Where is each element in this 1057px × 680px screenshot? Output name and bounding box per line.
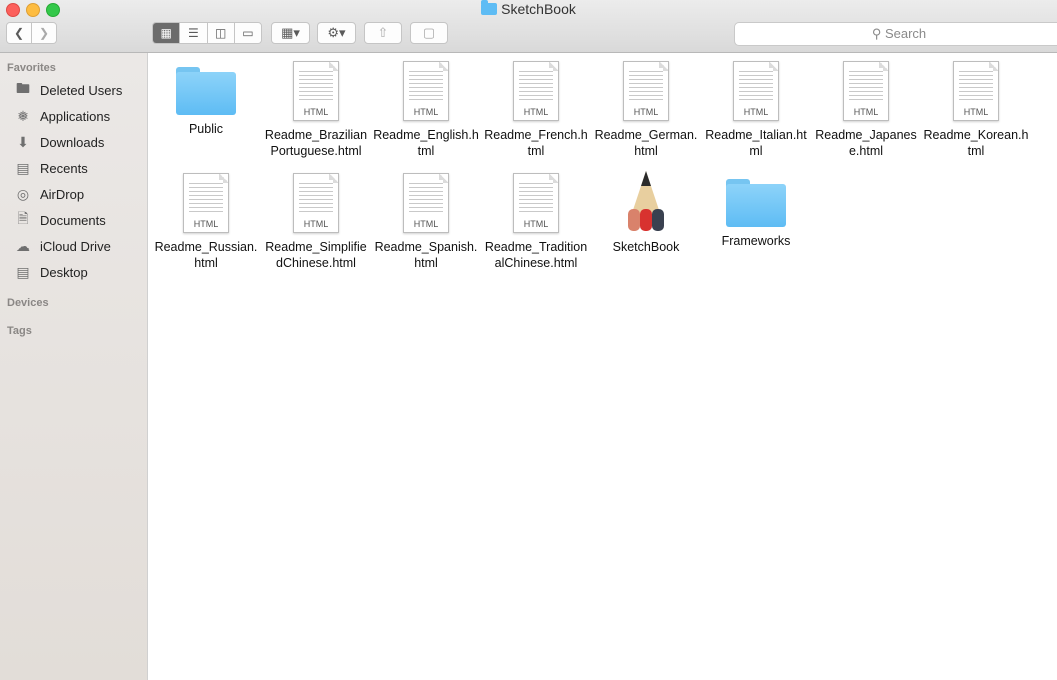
file-name: Readme_Italian.ht ml (705, 128, 807, 158)
action-button[interactable]: ⚙▾ (317, 22, 356, 44)
sidebar-item-documents[interactable]: 🗎 Documents (14, 209, 105, 231)
desktop-icon: ▤ (16, 263, 30, 280)
arrange-button[interactable]: ▦▾ (271, 22, 310, 44)
devices-header[interactable]: Devices (7, 297, 49, 309)
sidebar-item-desktop[interactable]: ▤ Desktop (14, 261, 87, 283)
sketchbook-app-icon (626, 169, 666, 233)
list-view-button[interactable]: ☰ (180, 23, 208, 43)
file-name: Frameworks (721, 234, 791, 248)
html-document-icon: HTML (403, 61, 449, 121)
file-name: Readme_Simplifie dChinese.html (265, 240, 367, 270)
html-document-icon: HTML (513, 61, 559, 121)
html-document-icon: HTML (513, 173, 559, 233)
file-item-readme-russian[interactable]: HTML Readme_Russian. html (151, 165, 261, 271)
file-name: Readme_French.h tml (484, 128, 588, 158)
chevron-right-icon: ❯ (38, 26, 50, 40)
folder-icon (481, 0, 498, 15)
file-name: Readme_Japanes e.html (815, 128, 917, 158)
search-field[interactable]: ⚲ Search (734, 22, 1057, 46)
html-document-icon: HTML (843, 61, 889, 121)
sidebar-item-deleted-users[interactable]: 🖿 Deleted Users (14, 79, 122, 101)
file-item-readme-simplified-chinese[interactable]: HTML Readme_Simplifie dChinese.html (261, 165, 371, 271)
html-document-icon: HTML (293, 173, 339, 233)
html-document-icon: HTML (733, 61, 779, 121)
file-name: Readme_German. html (594, 128, 698, 158)
file-item-sketchbook-app[interactable]: SketchBook (591, 165, 701, 255)
html-document-icon: HTML (953, 61, 999, 121)
file-name: Readme_English.h tml (373, 128, 479, 158)
html-document-icon: HTML (403, 173, 449, 233)
file-item-readme-french[interactable]: HTML Readme_French.h tml (481, 53, 591, 159)
favorites-header: Favorites (7, 62, 56, 74)
file-name: Readme_Russian. html (154, 240, 258, 270)
cloud-icon: ☁ (16, 237, 30, 254)
back-forward-control: ❮ ❯ (6, 22, 57, 44)
documents-icon: 🗎 (17, 210, 29, 226)
icon-view-button[interactable]: ▦ (153, 23, 181, 43)
chevron-left-icon: ❮ (13, 26, 25, 40)
file-item-readme-brazilian-portuguese[interactable]: HTML Readme_Brazilian Portuguese.html (261, 53, 371, 159)
folder-icon (726, 179, 786, 227)
grid-icon: ▦ (160, 26, 172, 40)
html-document-icon: HTML (623, 61, 669, 121)
file-browser: Public HTML Readme_Brazilian Portuguese.… (148, 53, 1057, 680)
airdrop-icon: ◎ (16, 185, 30, 202)
gallery-view-button[interactable]: ▭ (234, 23, 261, 43)
file-item-readme-spanish[interactable]: HTML Readme_Spanish. html (371, 165, 481, 271)
file-item-readme-korean[interactable]: HTML Readme_Korean.h tml (921, 53, 1031, 159)
list-icon: ☰ (187, 26, 199, 40)
sidebar: Favorites 🖿 Deleted Users ❅ Applications… (0, 53, 148, 680)
sidebar-item-icloud-drive[interactable]: ☁ iCloud Drive (14, 235, 111, 257)
view-mode-control: ▦ ☰ ◫ ▭ (152, 22, 262, 44)
tags-header[interactable]: Tags (7, 325, 32, 337)
downloads-icon: ⬇ (17, 133, 29, 150)
file-item-readme-traditional-chinese[interactable]: HTML Readme_Tradition alChinese.html (481, 165, 591, 271)
back-button[interactable]: ❮ (7, 23, 32, 43)
gear-icon: ⚙▾ (327, 25, 346, 40)
file-name: SketchBook (612, 240, 680, 254)
search-icon: ⚲ (871, 26, 882, 41)
sidebar-item-downloads[interactable]: ⬇ Downloads (14, 131, 104, 153)
share-icon: ⇧ (377, 25, 389, 40)
share-button[interactable]: ⇧ (364, 22, 402, 44)
file-item-public[interactable]: Public (151, 53, 261, 137)
sidebar-item-airdrop[interactable]: ◎ AirDrop (14, 183, 84, 205)
html-document-icon: HTML (293, 61, 339, 121)
sidebar-item-applications[interactable]: ❅ Applications (14, 105, 110, 127)
file-item-readme-italian[interactable]: HTML Readme_Italian.ht ml (701, 53, 811, 159)
file-name: Readme_Tradition alChinese.html (484, 240, 588, 270)
search-placeholder: Search (884, 26, 927, 41)
window-title: SketchBook (0, 0, 1057, 17)
html-document-icon: HTML (183, 173, 229, 233)
file-item-readme-german[interactable]: HTML Readme_German. html (591, 53, 701, 159)
recents-icon: ▤ (16, 159, 30, 176)
applications-icon: ❅ (17, 107, 29, 124)
tag-icon: ▢ (422, 25, 436, 40)
file-item-readme-japanese[interactable]: HTML Readme_Japanes e.html (811, 53, 921, 159)
folder-icon (176, 67, 236, 115)
title-bar: SketchBook ❮ ❯ ▦ ☰ ◫ ▭ ▦▾ ⚙▾ ⇧ ▢ ⚲ Searc… (0, 0, 1057, 53)
columns-icon: ◫ (214, 26, 227, 40)
column-view-button[interactable]: ◫ (207, 23, 235, 43)
gallery-icon: ▭ (242, 26, 254, 40)
sidebar-item-recents[interactable]: ▤ Recents (14, 157, 87, 179)
file-item-frameworks[interactable]: Frameworks (701, 165, 811, 249)
arrange-icon: ▦▾ (281, 25, 300, 40)
file-name: Readme_Korean.h tml (923, 128, 1029, 158)
file-name: Public (188, 122, 224, 136)
file-name: Readme_Spanish. html (374, 240, 478, 270)
forward-button[interactable]: ❯ (32, 23, 56, 43)
tag-button[interactable]: ▢ (410, 22, 448, 44)
file-item-readme-english[interactable]: HTML Readme_English.h tml (371, 53, 481, 159)
file-name: Readme_Brazilian Portuguese.html (264, 128, 368, 158)
folder-icon: 🖿 (16, 80, 30, 96)
